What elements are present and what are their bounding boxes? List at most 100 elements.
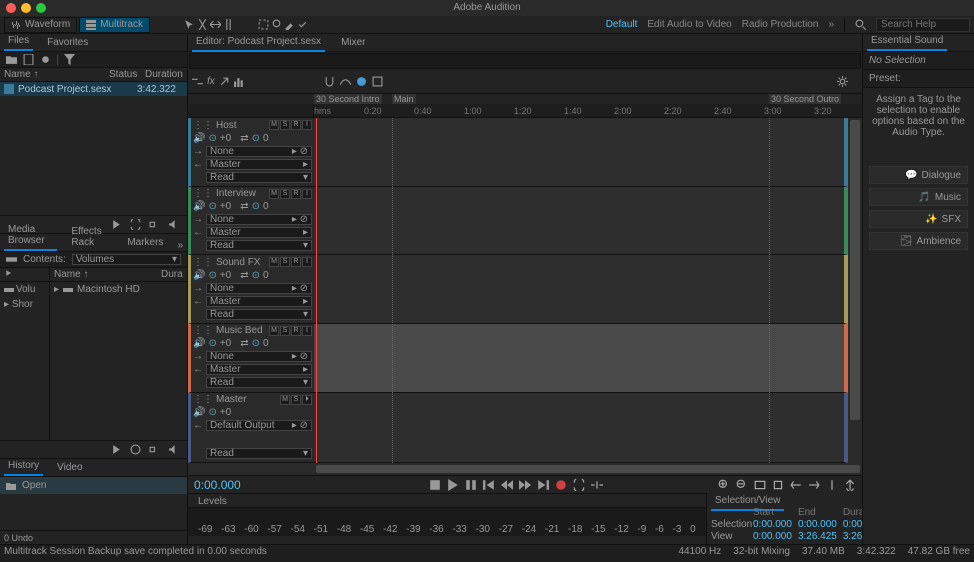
- go-to-end-button[interactable]: [537, 479, 549, 491]
- track-name[interactable]: Master: [216, 394, 247, 405]
- arm-record-button[interactable]: R: [291, 326, 301, 336]
- timeline-ruler[interactable]: hms0:200:401:001:201:402:002:202:403:003…: [188, 104, 862, 118]
- tab-media-browser[interactable]: Media Browser: [4, 221, 57, 251]
- play-preview-icon[interactable]: [111, 444, 122, 455]
- volume-knob[interactable]: ⊙: [208, 338, 216, 349]
- zoom-in-point-icon[interactable]: [790, 479, 802, 491]
- volume-knob[interactable]: ⊙: [208, 201, 216, 212]
- preset-dropdown[interactable]: Preset:: [863, 70, 974, 88]
- selection-start[interactable]: 0:00.000: [753, 519, 792, 530]
- timecode-display[interactable]: 0:00.000: [194, 478, 314, 492]
- file-row[interactable]: Podcast Project.sesx 3:42.322: [0, 82, 187, 96]
- volume-value[interactable]: +0: [220, 407, 231, 418]
- track-handle-icon[interactable]: ⋮⋮: [193, 257, 213, 268]
- view-start[interactable]: 0:00.000: [753, 531, 792, 542]
- autoplay-icon[interactable]: [149, 219, 160, 230]
- track-lane[interactable]: [314, 118, 848, 187]
- mute-button[interactable]: M: [269, 257, 279, 267]
- essential-sound-tag-music[interactable]: 🎵Music: [869, 188, 968, 206]
- tool-time-select-icon[interactable]: [223, 19, 234, 30]
- essential-sound-tag-ambience[interactable]: 🌫Ambience: [869, 232, 968, 250]
- track-header[interactable]: ⋮⋮ Music Bed M S R I 🔊 ⊙ +0 ⇄ ⊙ 0 →None▸…: [188, 324, 314, 393]
- multitrack-mode-button[interactable]: Multitrack: [79, 17, 150, 33]
- track-name[interactable]: Sound FX: [216, 257, 260, 268]
- rewind-button[interactable]: [501, 479, 513, 491]
- col-duration[interactable]: Duration: [141, 68, 187, 81]
- toggle-inputs-icon[interactable]: [192, 76, 203, 87]
- volume-row[interactable]: ▸ Macintosh HD: [50, 282, 187, 297]
- tool-razor-icon[interactable]: [197, 19, 208, 30]
- pan-value[interactable]: 0: [263, 201, 269, 212]
- tab-files[interactable]: Files: [4, 32, 33, 51]
- horizontal-scrollbar[interactable]: [314, 463, 862, 475]
- shortcut-row[interactable]: ▸ Shor: [0, 297, 49, 312]
- track-lane[interactable]: [314, 393, 848, 463]
- solo-button[interactable]: S: [280, 326, 290, 336]
- volume-preview-icon[interactable]: [168, 444, 179, 455]
- pan-value[interactable]: 0: [263, 270, 269, 281]
- col-duration[interactable]: Dura: [157, 268, 187, 281]
- col-status[interactable]: Status: [105, 68, 141, 81]
- solo-button[interactable]: S: [291, 395, 301, 405]
- output-dropdown[interactable]: Master▸: [206, 296, 312, 307]
- playhead[interactable]: [316, 118, 317, 463]
- automation-mode-dropdown[interactable]: Read▾: [206, 309, 312, 320]
- nudge-icon[interactable]: [372, 76, 383, 87]
- view-end[interactable]: 3:26.425: [798, 531, 837, 542]
- input-monitor-button[interactable]: I: [302, 257, 312, 267]
- solo-button[interactable]: S: [280, 189, 290, 199]
- input-monitor-button[interactable]: I: [302, 326, 312, 336]
- loop-preview-icon[interactable]: [130, 219, 141, 230]
- zoom-out-icon[interactable]: [736, 479, 748, 491]
- automation-mode-dropdown[interactable]: Read▾: [206, 448, 312, 459]
- track-header[interactable]: ⋮⋮ Master M S ⏵ 🔊 ⊙ +0 ←Default Output▸ …: [188, 393, 314, 463]
- gear-icon[interactable]: [837, 76, 848, 87]
- marker-outro[interactable]: 30 Second Outro: [769, 94, 841, 104]
- essential-sound-tag-dialogue[interactable]: 💬Dialogue: [869, 166, 968, 184]
- tool-heal-icon[interactable]: [297, 19, 308, 30]
- zoom-full-icon[interactable]: [754, 479, 766, 491]
- eq-icon[interactable]: [234, 76, 245, 87]
- tool-brush-icon[interactable]: [284, 19, 295, 30]
- track-lane[interactable]: [314, 255, 848, 324]
- output-dropdown[interactable]: Master▸: [206, 364, 312, 375]
- monitor-button[interactable]: ⏵: [302, 395, 312, 405]
- automation-mode-dropdown[interactable]: Read▾: [206, 240, 312, 251]
- arm-record-button[interactable]: R: [291, 257, 301, 267]
- input-monitor-button[interactable]: I: [302, 189, 312, 199]
- input-dropdown[interactable]: None▸ ⊘: [206, 214, 312, 225]
- pan-value[interactable]: 0: [263, 133, 269, 144]
- track-name[interactable]: Host: [216, 120, 237, 131]
- open-file-icon[interactable]: [6, 54, 17, 65]
- volume-knob[interactable]: ⊙: [208, 270, 216, 281]
- snapping-icon[interactable]: [324, 76, 335, 87]
- marker-main[interactable]: Main: [392, 94, 416, 104]
- filter-icon[interactable]: [64, 54, 75, 65]
- tab-history[interactable]: History: [4, 457, 43, 476]
- play-button[interactable]: [447, 479, 459, 491]
- pause-button[interactable]: [465, 479, 477, 491]
- tab-favorites[interactable]: Favorites: [43, 34, 92, 51]
- zoom-selection-icon[interactable]: [772, 479, 784, 491]
- stop-button[interactable]: [429, 479, 441, 491]
- tab-mixer[interactable]: Mixer: [337, 34, 369, 51]
- tool-slip-icon[interactable]: [210, 19, 221, 30]
- track-name[interactable]: Music Bed: [216, 325, 263, 336]
- track-handle-icon[interactable]: ⋮⋮: [193, 120, 213, 131]
- output-dropdown[interactable]: Master▸: [206, 227, 312, 238]
- tab-editor[interactable]: Editor: Podcast Project.sesx: [192, 33, 325, 52]
- track-header[interactable]: ⋮⋮ Host M S R I 🔊 ⊙ +0 ⇄ ⊙ 0 →None▸ ⊘ ←M…: [188, 118, 314, 187]
- mute-button[interactable]: M: [280, 395, 290, 405]
- track-name[interactable]: Interview: [216, 188, 256, 199]
- arm-record-button[interactable]: R: [291, 120, 301, 130]
- automation-mode-dropdown[interactable]: Read▾: [206, 377, 312, 388]
- track-header[interactable]: ⋮⋮ Interview M S R I 🔊 ⊙ +0 ⇄ ⊙ 0 →None▸…: [188, 187, 314, 256]
- solo-button[interactable]: S: [280, 257, 290, 267]
- tab-markers[interactable]: Markers: [123, 234, 167, 251]
- volume-value[interactable]: +0: [220, 133, 231, 144]
- fx-button[interactable]: fx: [207, 76, 215, 87]
- zoom-vertical-in-icon[interactable]: [826, 479, 838, 491]
- volume-value[interactable]: +0: [220, 270, 231, 281]
- volume-knob[interactable]: ⊙: [208, 133, 216, 144]
- tool-marquee-icon[interactable]: [258, 19, 269, 30]
